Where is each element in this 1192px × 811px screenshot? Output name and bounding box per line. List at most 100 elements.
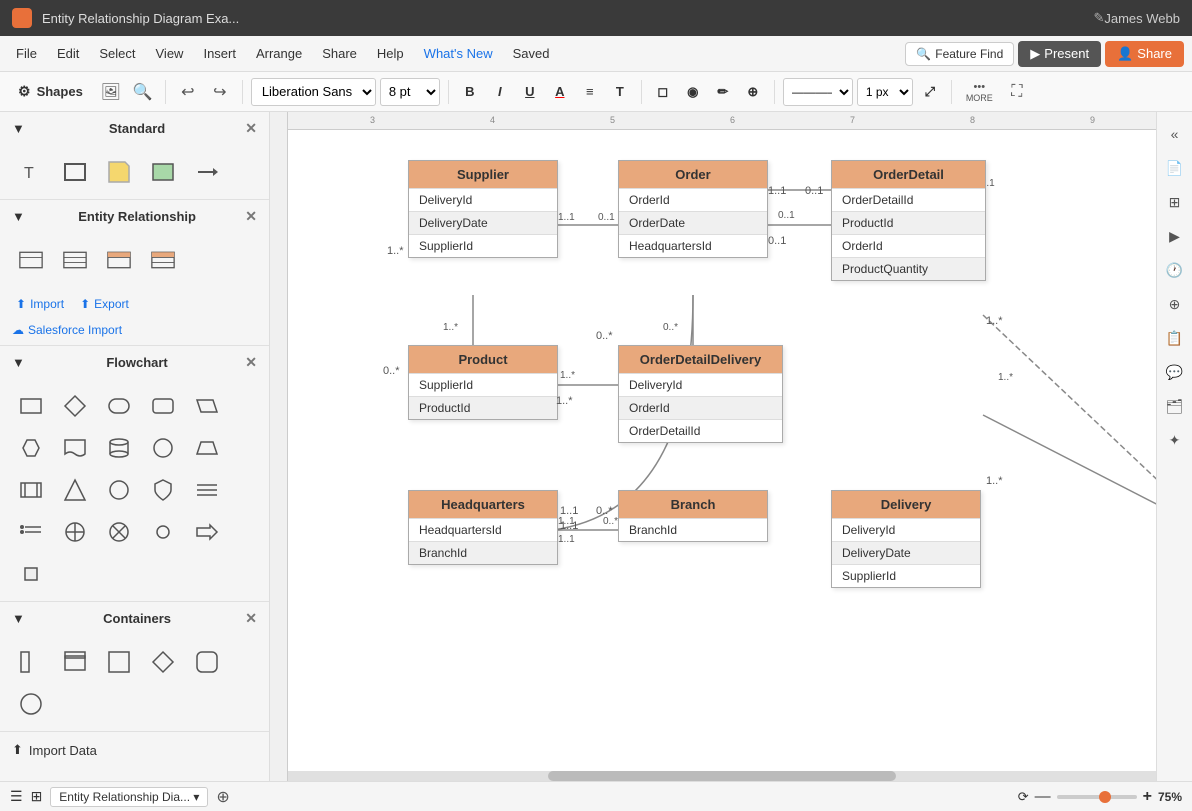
fc-circle2[interactable] xyxy=(100,471,138,509)
supplier-entity[interactable]: Supplier DeliveryId DeliveryDate Supplie… xyxy=(408,160,558,258)
menu-insert[interactable]: Insert xyxy=(195,42,244,65)
fc-list1[interactable] xyxy=(188,471,226,509)
search-button[interactable]: 🔍 xyxy=(129,78,157,106)
waypoint-button[interactable]: ⤢ xyxy=(917,79,943,105)
fc-small-rect[interactable] xyxy=(12,555,50,593)
salesforce-button[interactable]: ☁ Salesforce Import xyxy=(0,321,269,345)
add-tab-button[interactable]: ⊕ xyxy=(216,787,229,807)
containers-close[interactable]: ✕ xyxy=(245,610,257,627)
cont-1[interactable] xyxy=(12,643,50,681)
edit-icon[interactable]: ✎ xyxy=(1093,10,1104,26)
present-button[interactable]: ▶ Present xyxy=(1018,41,1101,67)
rp-clock[interactable]: 🕐 xyxy=(1161,256,1189,284)
standard-header[interactable]: ▼ Standard ✕ xyxy=(0,112,269,145)
rp-stack[interactable]: 🗂 xyxy=(1161,392,1189,420)
menu-share[interactable]: Share xyxy=(314,42,365,65)
delivery-entity[interactable]: Delivery DeliveryId DeliveryDate Supplie… xyxy=(831,490,981,588)
undo-button[interactable]: ↩ xyxy=(174,78,202,106)
menu-help[interactable]: Help xyxy=(369,42,412,65)
line-style-select[interactable]: ———— xyxy=(783,78,853,106)
tab-grid-icon[interactable]: ⊞ xyxy=(31,788,43,805)
fc-rounded[interactable] xyxy=(100,387,138,425)
er-shape-2[interactable] xyxy=(56,241,94,279)
zoom-slider-thumb[interactable] xyxy=(1099,791,1111,803)
er-shape-4[interactable] xyxy=(144,241,182,279)
fc-hex[interactable] xyxy=(12,429,50,467)
order-detail-entity[interactable]: OrderDetail OrderDetailId ProductId Orde… xyxy=(831,160,986,281)
text-button[interactable]: T xyxy=(607,79,633,105)
order-entity[interactable]: Order OrderId OrderDate HeadquartersId xyxy=(618,160,768,258)
fc-list2[interactable] xyxy=(12,513,50,551)
rp-play[interactable]: ▶ xyxy=(1161,222,1189,250)
rp-comment[interactable]: 💬 xyxy=(1161,358,1189,386)
image-button[interactable]: 🖼 xyxy=(97,78,125,106)
text-shape[interactable]: T xyxy=(12,153,50,191)
active-tab[interactable]: Entity Relationship Dia... ▾ xyxy=(50,787,208,807)
fc-cylinder[interactable] xyxy=(100,429,138,467)
fc-rounded-rect[interactable] xyxy=(144,387,182,425)
fill-color-button[interactable]: ◉ xyxy=(680,79,706,105)
er-header[interactable]: ▼ Entity Relationship ✕ xyxy=(0,200,269,233)
er-shape-1[interactable] xyxy=(12,241,50,279)
h-scrollbar-thumb[interactable] xyxy=(548,771,895,781)
tab-list-icon[interactable]: ☰ xyxy=(10,788,23,805)
fc-arrow2[interactable] xyxy=(188,513,226,551)
er-shape-3[interactable] xyxy=(100,241,138,279)
bold-button[interactable]: B xyxy=(457,79,483,105)
rp-format[interactable]: 📋 xyxy=(1161,324,1189,352)
rp-collapse-left[interactable]: « xyxy=(1161,120,1189,148)
canvas-area[interactable]: 3 4 5 6 7 8 9 1..1 0..1 1..* 0..* xyxy=(270,112,1156,781)
fc-triangle[interactable] xyxy=(56,471,94,509)
fc-process[interactable] xyxy=(12,471,50,509)
reset-zoom-icon[interactable]: ⟳ xyxy=(1018,789,1029,805)
fc-trapezoid[interactable] xyxy=(188,429,226,467)
menu-view[interactable]: View xyxy=(148,42,192,65)
note-shape[interactable] xyxy=(100,153,138,191)
line-width-select[interactable]: 1 px xyxy=(857,78,913,106)
zoom-slider[interactable] xyxy=(1057,795,1137,799)
cont-3[interactable] xyxy=(100,643,138,681)
rp-pages[interactable]: 📄 xyxy=(1161,154,1189,182)
fc-circle-x[interactable] xyxy=(100,513,138,551)
green-rect-shape[interactable] xyxy=(144,153,182,191)
underline-button[interactable]: U xyxy=(517,79,543,105)
h-scrollbar[interactable] xyxy=(288,771,1156,781)
expand-button[interactable]: ⛶ xyxy=(1003,78,1031,106)
font-size-select[interactable]: 8 pt xyxy=(380,78,440,106)
rp-grid[interactable]: ⊞ xyxy=(1161,188,1189,216)
flowchart-header[interactable]: ▼ Flowchart ✕ xyxy=(0,346,269,379)
fc-parallelogram[interactable] xyxy=(188,387,226,425)
menu-whats-new[interactable]: What's New xyxy=(416,42,501,65)
zoom-minus-button[interactable]: — xyxy=(1035,788,1051,806)
feature-find-button[interactable]: 🔍 Feature Find xyxy=(905,42,1014,66)
branch-entity[interactable]: Branch BranchId xyxy=(618,490,768,542)
share-button[interactable]: 👤 Share xyxy=(1105,41,1184,67)
export-button[interactable]: ⬆ Export xyxy=(76,295,133,313)
fc-shield[interactable] xyxy=(144,471,182,509)
fill-button[interactable]: ◻ xyxy=(650,79,676,105)
cont-2[interactable] xyxy=(56,643,94,681)
redo-button[interactable]: ↪ xyxy=(206,78,234,106)
cont-4[interactable] xyxy=(144,643,182,681)
tab-dropdown-arrow[interactable]: ▾ xyxy=(193,790,199,804)
more-button[interactable]: ••• MORE xyxy=(960,79,999,105)
cont-5[interactable] xyxy=(188,643,226,681)
font-color-button[interactable]: A xyxy=(547,79,573,105)
fc-circle-cross[interactable] xyxy=(56,513,94,551)
containers-header[interactable]: ▼ Containers ✕ xyxy=(0,602,269,635)
menu-edit[interactable]: Edit xyxy=(49,42,87,65)
headquarters-entity[interactable]: Headquarters HeadquartersId BranchId xyxy=(408,490,558,565)
menu-arrange[interactable]: Arrange xyxy=(248,42,310,65)
flowchart-close[interactable]: ✕ xyxy=(245,354,257,371)
connections-button[interactable]: ⊕ xyxy=(740,79,766,105)
fc-doc[interactable] xyxy=(56,429,94,467)
menu-file[interactable]: File xyxy=(8,42,45,65)
fc-circle[interactable] xyxy=(144,429,182,467)
font-select[interactable]: Liberation Sans xyxy=(251,78,376,106)
product-entity[interactable]: Product SupplierId ProductId xyxy=(408,345,558,420)
er-close[interactable]: ✕ xyxy=(245,208,257,225)
menu-select[interactable]: Select xyxy=(91,42,143,65)
arrow-shape[interactable] xyxy=(188,153,226,191)
rectangle-shape[interactable] xyxy=(56,153,94,191)
cont-6[interactable] xyxy=(12,685,50,723)
